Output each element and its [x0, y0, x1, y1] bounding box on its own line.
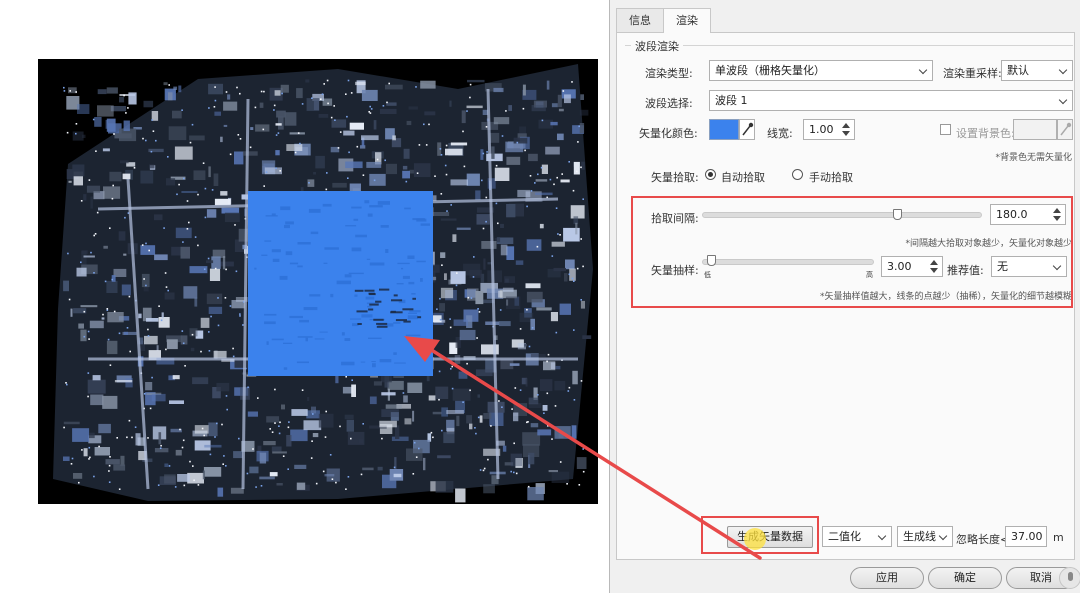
recommend-label: 推荐值: — [947, 264, 984, 277]
band-select[interactable]: 波段 1 — [709, 90, 1073, 111]
bg-eyedropper-button[interactable] — [1057, 119, 1073, 140]
chevron-down-icon — [938, 531, 948, 541]
group-title: 波段渲染 — [631, 38, 683, 54]
mode-value: 二值化 — [828, 530, 861, 543]
render-panel: 信息 渲染 波段渲染 渲染类型: 单波段（栅格矢量化） 渲染重采样: 默认 波段… — [609, 0, 1080, 593]
tab-info[interactable]: 信息 — [616, 8, 664, 32]
bg-color-checkbox[interactable] — [940, 124, 951, 135]
interval-slider-thumb[interactable] — [893, 209, 902, 220]
chevron-down-icon — [1058, 95, 1068, 105]
bg-color-swatch[interactable] — [1013, 119, 1057, 140]
sampling-slider-thumb[interactable] — [707, 255, 716, 266]
vector-color-swatch[interactable] — [709, 119, 739, 140]
spinner-arrows-icon[interactable] — [930, 259, 938, 274]
sampling-low-label: 低 — [704, 271, 711, 279]
microphone-icon[interactable] — [1059, 567, 1080, 589]
resample-value: 默认 — [1007, 64, 1029, 77]
ignore-length-unit: m — [1053, 531, 1064, 544]
group-divider — [625, 45, 1073, 46]
render-type-label: 渲染类型: — [645, 67, 693, 80]
render-tab-body: 波段渲染 渲染类型: 单波段（栅格矢量化） 渲染重采样: 默认 波段选择: 波段… — [616, 32, 1075, 560]
recommend-value: 无 — [997, 260, 1008, 273]
interval-label: 拾取间隔: — [651, 212, 699, 225]
bg-color-label: 设置背景色: — [956, 127, 1015, 140]
bg-note: *背景色无需矢量化 — [995, 153, 1072, 163]
eyedropper-icon — [742, 122, 754, 136]
line-width-label: 线宽: — [767, 127, 793, 140]
resample-select[interactable]: 默认 — [1001, 60, 1073, 81]
generate-vector-button[interactable]: 生成矢量数据 — [727, 526, 813, 548]
sampling-high-label: 高 — [866, 271, 873, 279]
sampling-label: 矢量抽样: — [651, 264, 699, 277]
panel-tabs: 信息 渲染 — [616, 8, 711, 33]
tab-render[interactable]: 渲染 — [663, 8, 711, 33]
output-value: 生成线 — [903, 530, 936, 543]
line-width-value: 1.00 — [809, 123, 834, 136]
sampling-spinbox[interactable]: 3.00 — [881, 256, 943, 277]
pickup-manual-radio[interactable] — [792, 169, 803, 180]
line-width-spinbox[interactable]: 1.00 — [803, 119, 855, 140]
pickup-label: 矢量拾取: — [651, 171, 699, 184]
sampling-value: 3.00 — [887, 260, 912, 273]
ignore-length-value: 37.00 — [1011, 530, 1043, 543]
chevron-down-icon — [1052, 261, 1062, 271]
chevron-down-icon — [1058, 65, 1068, 75]
ignore-length-label: 忽略长度< — [956, 533, 1010, 546]
interval-value: 180.0 — [996, 208, 1028, 221]
resample-label: 渲染重采样: — [943, 67, 1002, 80]
sampling-slider-track[interactable] — [702, 259, 874, 265]
mode-select[interactable]: 二值化 — [822, 526, 892, 547]
interval-note: *间隔越大拾取对象越少，矢量化对象越少 — [905, 239, 1072, 249]
interval-spinbox[interactable]: 180.0 — [990, 204, 1066, 225]
spinner-arrows-icon[interactable] — [842, 122, 850, 137]
pickup-manual-label: 手动拾取 — [809, 171, 853, 184]
render-type-value: 单波段（栅格矢量化） — [715, 64, 825, 77]
eyedropper-button[interactable] — [739, 119, 755, 140]
chevron-down-icon — [877, 531, 887, 541]
recommend-select[interactable]: 无 — [991, 256, 1067, 277]
mouse-cursor-highlight — [744, 528, 766, 550]
chevron-down-icon — [918, 65, 928, 75]
pickup-auto-radio[interactable] — [705, 169, 716, 180]
raster-map-view[interactable] — [38, 59, 598, 504]
apply-button[interactable]: 应用 — [850, 567, 924, 589]
band-value: 波段 1 — [715, 94, 748, 107]
ok-button[interactable]: 确定 — [928, 567, 1002, 589]
band-label: 波段选择: — [645, 97, 693, 110]
eyedropper-icon — [1060, 122, 1072, 136]
interval-slider-track[interactable] — [702, 212, 982, 218]
raster-image — [53, 64, 593, 503]
vector-color-label: 矢量化颜色: — [639, 127, 698, 140]
output-select[interactable]: 生成线 — [897, 526, 953, 547]
sampling-note: *矢量抽样值越大，线条的点越少（抽稀），矢量化的细节越模糊 — [819, 292, 1072, 302]
pickup-auto-label: 自动拾取 — [721, 171, 765, 184]
spinner-arrows-icon[interactable] — [1053, 207, 1061, 222]
render-type-select[interactable]: 单波段（栅格矢量化） — [709, 60, 933, 81]
ignore-length-input[interactable]: 37.00 — [1005, 526, 1047, 547]
